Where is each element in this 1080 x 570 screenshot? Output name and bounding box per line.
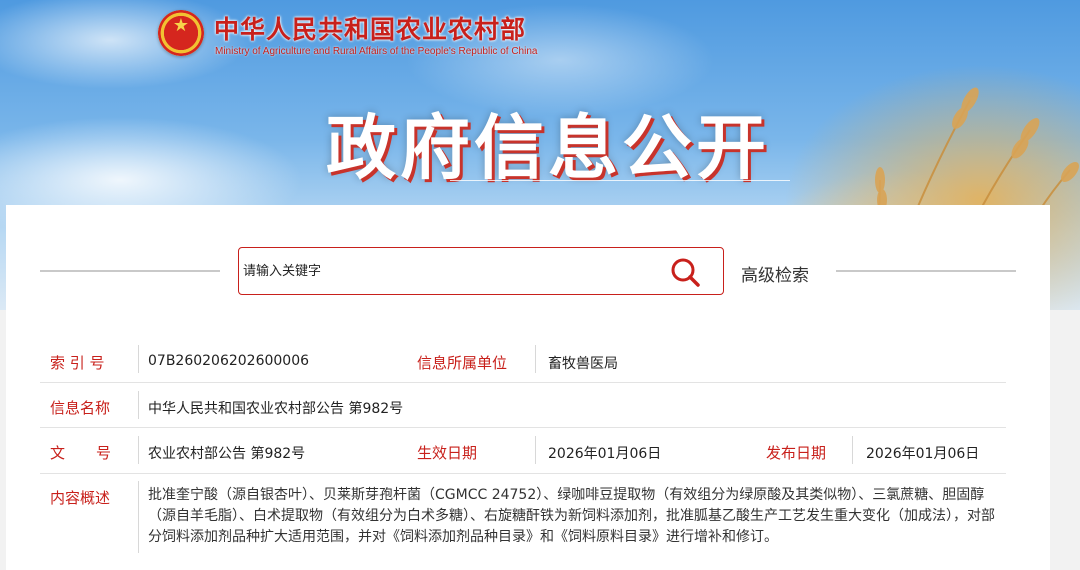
info-table: 索 引 号 07B260206202600006 信息所属单位 畜牧兽医局 信息… xyxy=(40,329,1016,570)
summary-value: 批准奎宁酸（源自银杏叶）、贝莱斯芽孢杆菌（CGMCC 24752）、绿咖啡豆提取… xyxy=(148,487,995,545)
unit-label: 信息所属单位 xyxy=(417,354,508,372)
name-label: 信息名称 xyxy=(50,399,111,417)
national-emblem-icon xyxy=(158,10,204,56)
search-input[interactable] xyxy=(243,260,643,282)
column-divider xyxy=(138,436,139,464)
summary-label: 内容概述 xyxy=(50,489,111,507)
search-divider-left xyxy=(40,270,220,272)
search-divider-right xyxy=(836,270,1016,272)
docno-label-1: 文 xyxy=(50,444,66,462)
unit-value: 畜牧兽医局 xyxy=(548,356,618,372)
name-value: 中华人民共和国农业农村部公告 第982号 xyxy=(148,401,404,417)
column-divider xyxy=(852,436,853,464)
ministry-name-en: Ministry of Agriculture and Rural Affair… xyxy=(215,46,538,57)
column-divider xyxy=(138,345,139,373)
index-value: 07B260206202600006 xyxy=(148,353,310,369)
column-divider xyxy=(138,391,139,419)
ministry-name-cn[interactable]: 中华人民共和国农业农村部 xyxy=(214,10,526,46)
page-title: 政府信息公开 xyxy=(326,106,770,189)
table-row-name: 信息名称 中华人民共和国农业农村部公告 第982号 xyxy=(40,383,1006,428)
publish-date-label: 发布日期 xyxy=(766,444,827,462)
column-divider xyxy=(535,436,536,464)
title-underline xyxy=(450,180,790,181)
content-panel: 高级检索 索 引 号 07B260206202600006 信息所属单位 畜牧兽… xyxy=(6,205,1050,570)
index-label: 索 引 号 xyxy=(50,354,105,372)
docno-value: 农业农村部公告 第982号 xyxy=(148,446,306,462)
effective-date-value: 2026年01月06日 xyxy=(548,446,662,462)
search-icon[interactable] xyxy=(669,256,701,288)
effective-date-label: 生效日期 xyxy=(417,444,478,462)
table-row-index: 索 引 号 07B260206202600006 信息所属单位 畜牧兽医局 xyxy=(40,329,1006,383)
column-divider xyxy=(535,345,536,373)
search-bar xyxy=(238,247,724,295)
docno-label-2: 号 xyxy=(96,444,112,462)
advanced-search-link[interactable]: 高级检索 xyxy=(741,261,809,286)
column-divider xyxy=(138,481,139,553)
table-row-docno: 文 号 农业农村部公告 第982号 生效日期 2026年01月06日 发布日期 … xyxy=(40,428,1006,474)
publish-date-value: 2026年01月06日 xyxy=(866,446,980,462)
